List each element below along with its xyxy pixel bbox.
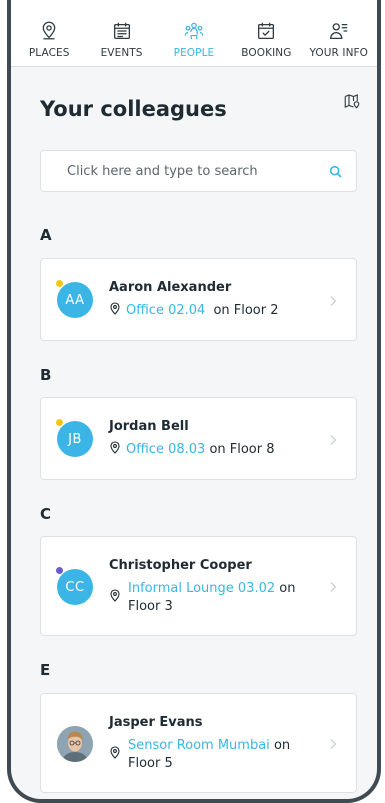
floor-text: on [279, 581, 296, 596]
status-dot [56, 567, 63, 574]
avatar: CC [57, 569, 93, 605]
calendar-check-icon [258, 22, 275, 39]
colleague-name: Jordan Bell [109, 419, 189, 434]
top-navigation: PLACES EVENTS PEOPLE BOOKING YOUR INFO [11, 0, 377, 67]
colleague-location: Informal Lounge 03.02 on Floor 3 [109, 580, 319, 616]
colleague-card-aaron-alexander[interactable]: AA Aaron Alexander Office 02.04 on Floor… [40, 258, 357, 341]
colleague-location: Office 02.04 on Floor 2 [109, 302, 279, 320]
chevron-right-icon [330, 582, 337, 592]
colleague-location: Sensor Room Mumbai on Floor 5 [109, 737, 319, 773]
search-icon[interactable] [328, 164, 344, 180]
phone-frame: PLACES EVENTS PEOPLE BOOKING YOUR INFO Y… [7, 0, 381, 803]
floor-text: on [273, 738, 291, 753]
floor-text-line2: Floor 3 [128, 599, 173, 614]
nav-label-places: PLACES [28, 47, 70, 59]
room-link[interactable]: Sensor Room Mumbai [128, 738, 270, 753]
avatar [57, 726, 93, 762]
section-letter-c: C [40, 505, 52, 523]
location-pin-icon [110, 302, 120, 315]
colleague-name: Christopher Cooper [109, 558, 252, 573]
floor-text-line2: Floor 5 [128, 756, 173, 771]
location-pin-icon [110, 441, 120, 454]
colleague-card-christopher-cooper[interactable]: CC Christopher Cooper Informal Lounge 03… [40, 536, 357, 636]
people-icon [184, 22, 204, 40]
search-input[interactable] [65, 162, 319, 180]
location-pin-icon [110, 589, 120, 602]
floor-text: on Floor 2 [213, 303, 279, 318]
room-link[interactable]: Informal Lounge 03.02 [128, 581, 275, 596]
nav-item-places[interactable]: PLACES [13, 0, 85, 66]
user-info-icon [329, 23, 347, 39]
main-content: Your colleagues A AA Aaron Alexander Off… [11, 66, 377, 799]
location-pin-icon [42, 21, 56, 40]
nav-item-events[interactable]: EVENTS [86, 0, 158, 66]
nav-item-booking[interactable]: BOOKING [230, 0, 302, 66]
chevron-right-icon [330, 435, 337, 445]
nav-label-booking: BOOKING [241, 47, 292, 59]
avatar: JB [57, 421, 93, 457]
chevron-right-icon [330, 296, 337, 306]
colleague-name: Jasper Evans [109, 715, 203, 730]
room-link[interactable]: Office 02.04 [126, 303, 205, 318]
colleague-card-jordan-bell[interactable]: JB Jordan Bell Office 08.03 on Floor 8 [40, 397, 357, 480]
profile-photo [57, 726, 93, 762]
colleague-location: Office 08.03 on Floor 8 [109, 441, 275, 459]
section-letter-b: B [40, 366, 52, 384]
calendar-icon [113, 22, 130, 39]
status-dot [56, 280, 63, 287]
nav-item-your-info[interactable]: YOUR INFO [303, 0, 375, 66]
page-title: Your colleagues [40, 97, 227, 121]
section-letter-e: E [40, 661, 51, 679]
chevron-right-icon [330, 739, 337, 749]
colleague-name: Aaron Alexander [109, 280, 232, 295]
avatar: AA [57, 282, 93, 318]
floor-text: on Floor 8 [209, 442, 275, 457]
nav-item-people[interactable]: PEOPLE [158, 0, 230, 66]
map-icon[interactable] [343, 92, 361, 110]
section-letter-a: A [40, 226, 52, 244]
status-dot [56, 419, 63, 426]
nav-label-your-info: YOUR INFO [309, 47, 369, 59]
colleague-card-jasper-evans[interactable]: Jasper Evans Sensor Room Mumbai on Floor… [40, 693, 357, 793]
room-link[interactable]: Office 08.03 [126, 442, 205, 457]
nav-label-events: EVENTS [100, 47, 143, 59]
nav-label-people: PEOPLE [173, 47, 215, 59]
search-box [40, 150, 357, 192]
location-pin-icon [110, 746, 120, 759]
